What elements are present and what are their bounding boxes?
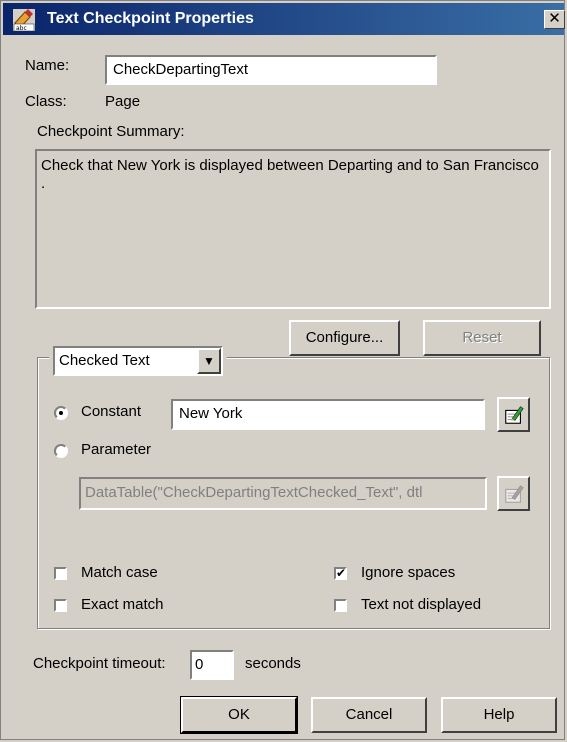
- configure-button[interactable]: Configure...: [289, 320, 400, 356]
- name-field[interactable]: CheckDepartingText: [105, 55, 437, 85]
- timeout-label: Checkpoint timeout:: [33, 655, 166, 672]
- help-button[interactable]: Help: [441, 697, 557, 733]
- svg-text:abc: abc: [16, 25, 27, 31]
- dropdown-button[interactable]: ▼: [197, 348, 221, 374]
- text-checkpoint-icon: abc: [13, 9, 35, 31]
- timeout-field[interactable]: 0: [190, 650, 234, 680]
- constant-radio[interactable]: [54, 406, 68, 420]
- edit-parameter-button[interactable]: [497, 476, 530, 511]
- summary-label: Checkpoint Summary:: [37, 123, 185, 140]
- parameter-radio[interactable]: [54, 444, 68, 458]
- match-case-checkbox[interactable]: [54, 567, 67, 580]
- checkmark-icon: ✔: [336, 566, 347, 580]
- ignore-spaces-label: Ignore spaces: [361, 564, 456, 581]
- text-not-displayed-checkbox[interactable]: [334, 599, 347, 612]
- summary-text: Check that New York is displayed between…: [41, 157, 539, 192]
- text-not-displayed-label: Text not displayed: [361, 596, 482, 613]
- class-label: Class:: [25, 93, 67, 110]
- close-button[interactable]: ✕: [544, 10, 565, 29]
- name-value: CheckDepartingText: [113, 61, 249, 78]
- reset-button[interactable]: Reset: [423, 320, 541, 356]
- ignore-spaces-checkbox[interactable]: ✔: [334, 567, 347, 580]
- chevron-down-icon: ▼: [203, 354, 215, 368]
- exact-match-label: Exact match: [81, 596, 164, 613]
- constant-value: New York: [179, 405, 243, 422]
- close-icon: ✕: [548, 10, 561, 27]
- cancel-button[interactable]: Cancel: [311, 697, 427, 733]
- ok-button[interactable]: OK: [180, 696, 298, 734]
- class-value: Page: [105, 93, 141, 110]
- parameter-field[interactable]: DataTable("CheckDepartingTextChecked_Tex…: [79, 477, 487, 510]
- parameter-label: Parameter: [81, 441, 152, 458]
- title-bar[interactable]: abc Text Checkpoint Properties ✕: [3, 3, 565, 35]
- constant-label: Constant: [81, 403, 142, 420]
- dialog-title: Text Checkpoint Properties: [47, 10, 254, 27]
- timeout-value: 0: [195, 656, 204, 673]
- match-case-label: Match case: [81, 564, 158, 581]
- parameter-value: DataTable("CheckDepartingTextChecked_Tex…: [85, 484, 423, 501]
- timeout-unit: seconds: [245, 655, 301, 672]
- constant-field[interactable]: New York: [171, 399, 485, 430]
- name-label: Name:: [25, 57, 70, 74]
- edit-pencil-icon: [504, 406, 524, 424]
- dialog-window: abc Text Checkpoint Properties ✕ Name: C…: [0, 0, 565, 740]
- edit-constant-button[interactable]: [497, 397, 530, 432]
- summary-box[interactable]: Check that New York is displayed between…: [35, 149, 551, 309]
- checked-text-select-value: Checked Text: [59, 352, 150, 369]
- exact-match-checkbox[interactable]: [54, 599, 67, 612]
- radio-selected-dot: [59, 411, 63, 415]
- edit-pencil-icon: [504, 485, 524, 503]
